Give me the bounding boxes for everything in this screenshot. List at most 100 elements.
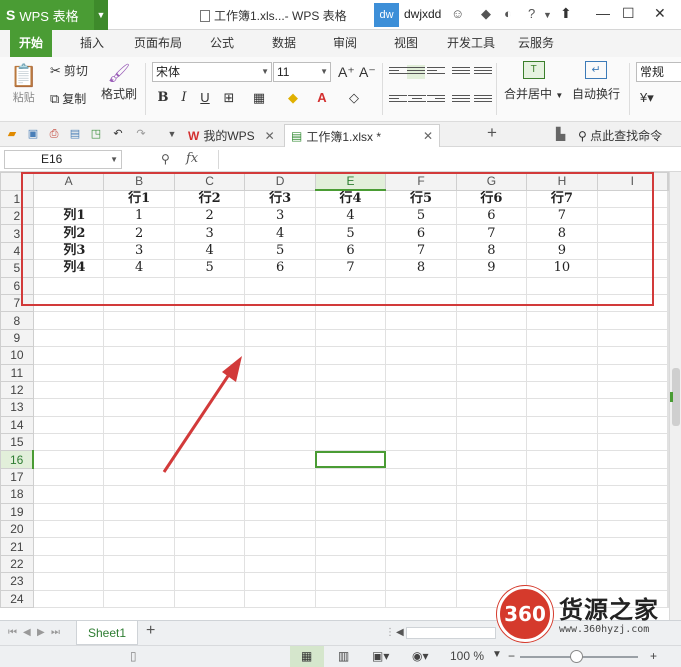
command-search[interactable]: ⚲ 点此查找命令 xyxy=(578,127,662,144)
align-middle-icon[interactable] xyxy=(407,65,425,79)
decrease-font-icon[interactable]: A⁻ xyxy=(359,64,376,81)
cell[interactable] xyxy=(455,433,528,452)
cell[interactable] xyxy=(314,589,387,608)
cell[interactable] xyxy=(526,554,598,574)
cell[interactable] xyxy=(32,363,105,382)
cell[interactable] xyxy=(596,346,669,365)
cell[interactable] xyxy=(32,589,105,608)
row-header[interactable]: 14 xyxy=(0,415,34,435)
cell[interactable] xyxy=(526,380,598,400)
cell[interactable] xyxy=(244,433,316,452)
row-header[interactable]: 21 xyxy=(0,537,34,556)
font-name-select[interactable]: 宋体 ▼ xyxy=(152,62,272,82)
cell[interactable] xyxy=(32,537,105,556)
cell[interactable] xyxy=(314,467,387,487)
cell[interactable] xyxy=(596,363,669,382)
open-folder-icon[interactable]: ▰ xyxy=(5,127,19,141)
cell[interactable] xyxy=(385,346,457,365)
cell[interactable] xyxy=(455,467,528,487)
clear-format-icon[interactable]: ◇ xyxy=(345,89,363,107)
cell[interactable] xyxy=(526,450,598,469)
cell[interactable] xyxy=(32,398,105,417)
cell[interactable] xyxy=(455,450,528,469)
row-header[interactable]: 18 xyxy=(0,485,34,504)
username[interactable]: dwjxdd xyxy=(404,7,441,21)
zoom-icon[interactable]: ⚲ xyxy=(161,152,170,166)
cell[interactable] xyxy=(173,311,246,330)
align-center-icon[interactable] xyxy=(408,93,426,107)
horizontal-scrollbar[interactable] xyxy=(406,627,496,639)
cell-mode-icon[interactable]: ▯ xyxy=(130,649,137,663)
cell[interactable] xyxy=(455,380,528,400)
cell[interactable] xyxy=(596,485,669,504)
cell[interactable] xyxy=(526,520,598,539)
cell[interactable] xyxy=(385,415,457,435)
indent-increase-icon[interactable] xyxy=(474,65,492,79)
row-header[interactable]: 10 xyxy=(0,346,34,365)
cell[interactable] xyxy=(526,363,598,382)
cell[interactable] xyxy=(526,311,598,330)
fill-color-icon[interactable]: ◆ xyxy=(284,89,302,107)
cell[interactable] xyxy=(526,537,598,556)
page-break-view-icon[interactable]: ▥ xyxy=(338,649,349,663)
cell[interactable] xyxy=(385,502,457,522)
cell[interactable] xyxy=(385,554,457,574)
cell[interactable] xyxy=(455,502,528,522)
cut-button[interactable]: ✂ 剪切 xyxy=(50,62,88,79)
font-color-icon[interactable]: A xyxy=(313,89,331,107)
cell[interactable] xyxy=(244,363,316,382)
cell[interactable] xyxy=(385,520,457,539)
cell[interactable] xyxy=(455,415,528,435)
cell[interactable] xyxy=(244,328,316,348)
cell[interactable] xyxy=(596,415,669,435)
indent-decrease-icon[interactable] xyxy=(452,65,470,79)
cell[interactable] xyxy=(103,485,175,504)
page-layout-view-icon[interactable]: ▣▾ xyxy=(372,649,389,663)
next-sheet-icon[interactable]: ▶ xyxy=(37,627,45,638)
cell[interactable] xyxy=(244,415,316,435)
cell[interactable] xyxy=(596,328,669,348)
close-icon[interactable]: ✕ xyxy=(265,129,275,143)
chevron-down-icon[interactable]: ▼ xyxy=(543,10,552,20)
cell[interactable] xyxy=(385,485,457,504)
bold-button[interactable]: B xyxy=(154,89,172,107)
cell[interactable] xyxy=(32,554,105,574)
cell[interactable] xyxy=(455,537,528,556)
formula-input[interactable] xyxy=(218,150,676,169)
cell[interactable] xyxy=(244,520,316,539)
add-sheet-icon[interactable]: + xyxy=(146,622,155,640)
tab-developer[interactable]: 开发工具 xyxy=(447,30,495,57)
align-bottom-icon[interactable] xyxy=(427,65,445,79)
maximize-icon[interactable]: ☐ xyxy=(622,5,635,22)
cell[interactable] xyxy=(103,520,175,539)
cell[interactable] xyxy=(385,398,457,417)
row-header[interactable]: 13 xyxy=(0,398,34,417)
cell[interactable] xyxy=(314,328,387,348)
tab-view[interactable]: 视图 xyxy=(394,30,418,57)
avatar[interactable]: dw xyxy=(374,3,399,27)
cell[interactable] xyxy=(244,485,316,504)
cell[interactable] xyxy=(103,311,175,330)
cell[interactable] xyxy=(314,554,387,574)
cell[interactable] xyxy=(244,311,316,330)
cell[interactable] xyxy=(385,589,457,608)
paste-button[interactable]: 📋 粘贴 xyxy=(10,63,37,105)
cell[interactable] xyxy=(455,520,528,539)
cell[interactable] xyxy=(314,502,387,522)
cell[interactable] xyxy=(244,502,316,522)
cell[interactable] xyxy=(596,467,669,487)
cell[interactable] xyxy=(173,328,246,348)
chevron-down-icon[interactable]: ▼ xyxy=(492,649,502,660)
save-icon[interactable]: ▣ xyxy=(26,127,40,141)
cell[interactable] xyxy=(32,346,105,365)
cell[interactable] xyxy=(596,537,669,556)
more-sheets-icon[interactable]: ⋮ xyxy=(385,627,395,638)
cell[interactable] xyxy=(32,380,105,400)
cell[interactable] xyxy=(596,554,669,574)
align-left-icon[interactable] xyxy=(389,93,407,107)
cell[interactable] xyxy=(596,520,669,539)
cell[interactable] xyxy=(314,398,387,417)
cell[interactable] xyxy=(455,346,528,365)
sheet-tab-sheet1[interactable]: Sheet1 xyxy=(76,621,138,645)
cell[interactable] xyxy=(596,450,669,469)
